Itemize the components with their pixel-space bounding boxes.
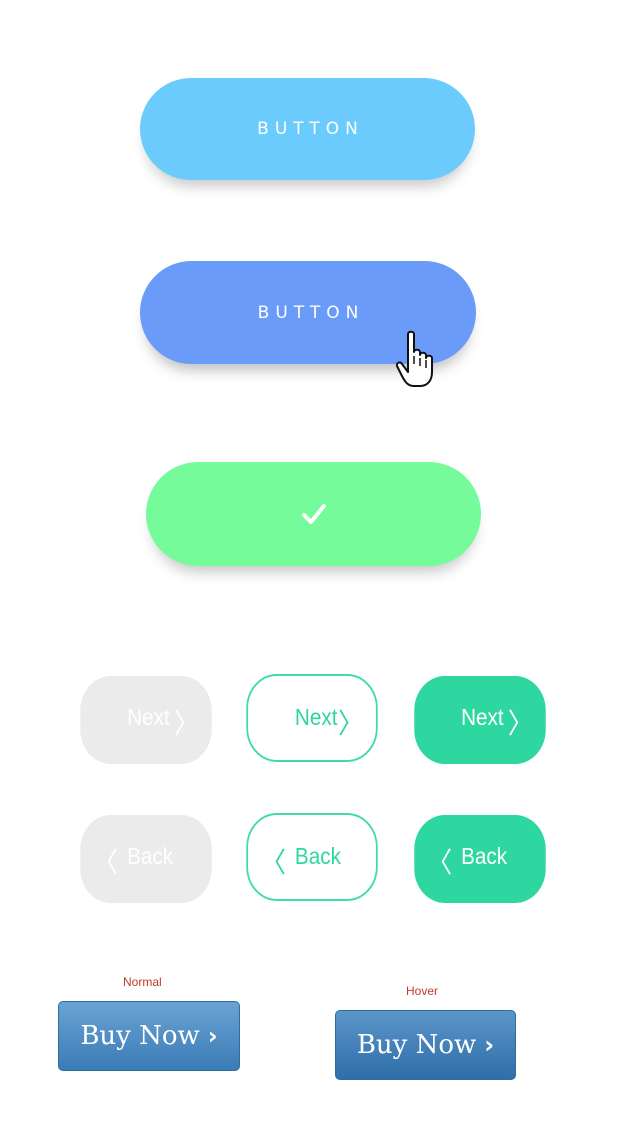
hand-cursor-icon <box>396 330 433 387</box>
checkmark-icon <box>301 504 326 524</box>
button-success[interactable] <box>146 462 481 566</box>
back-label: Back <box>294 843 341 869</box>
chevron-left-icon: 〈 <box>260 846 286 879</box>
chevron-right-icon: › <box>207 1022 218 1050</box>
back-button-filled[interactable]: 〈 Back <box>414 815 546 903</box>
chevron-left-icon: 〈 <box>92 846 119 879</box>
normal-caption: Normal <box>123 975 162 989</box>
back-label: Back <box>127 843 174 869</box>
next-button-disabled[interactable]: Next 〉 <box>80 676 212 764</box>
back-label: Back <box>461 843 508 869</box>
chevron-left-icon: 〈 <box>426 846 453 879</box>
chevron-right-icon: › <box>484 1031 495 1059</box>
button-hover-label: BUTTON <box>257 302 365 323</box>
buy-now-button-hover[interactable]: Buy Now › <box>335 1010 516 1080</box>
button-default-label: BUTTON <box>257 119 364 139</box>
back-button-outline[interactable]: 〈 Back <box>246 813 378 901</box>
next-button-outline[interactable]: Next 〉 <box>246 674 378 762</box>
next-button-filled[interactable]: Next 〉 <box>414 676 546 764</box>
back-button-disabled[interactable]: 〈 Back <box>80 815 212 903</box>
buy-now-button-normal[interactable]: Buy Now › <box>58 1001 240 1071</box>
button-default[interactable]: BUTTON <box>140 78 475 180</box>
chevron-right-icon: 〉 <box>507 707 534 740</box>
hover-caption: Hover <box>406 984 439 998</box>
chevron-right-icon: 〉 <box>173 707 200 740</box>
buy-now-label: Buy Now <box>356 1030 477 1060</box>
next-label: Next <box>127 704 170 730</box>
next-label: Next <box>294 704 338 730</box>
next-label: Next <box>461 704 504 730</box>
chevron-right-icon: 〉 <box>338 707 364 740</box>
buy-now-label: Buy Now <box>80 1021 200 1051</box>
